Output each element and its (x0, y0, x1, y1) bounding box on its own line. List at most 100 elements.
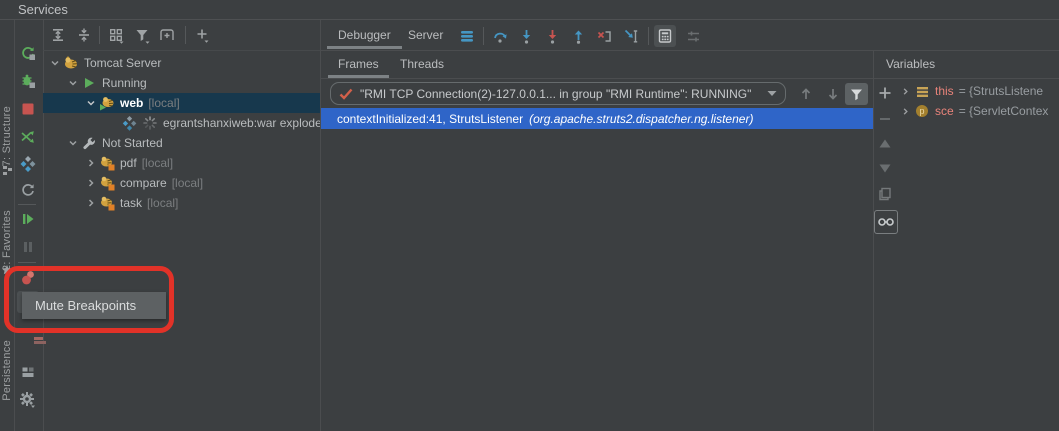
tomcat-stopped-icon (99, 175, 115, 191)
tree-row-label: web (120, 96, 143, 110)
service-tree: Tomcat Server Running web [local] egrant… (43, 51, 320, 431)
panel-divider[interactable] (320, 20, 321, 431)
annotation-rectangle (4, 266, 174, 333)
pause-program-icon[interactable] (17, 236, 39, 258)
variable-value: = {StrutsListene (959, 84, 1043, 98)
move-up-icon[interactable] (874, 132, 896, 154)
tool-window-header: Services (0, 0, 1059, 20)
chevron-right-icon[interactable] (83, 195, 99, 211)
previous-frame-icon[interactable] (795, 83, 817, 105)
tree-row-suffix: [local] (148, 96, 179, 110)
filter-icon[interactable] (131, 24, 153, 46)
evaluate-expression-icon[interactable] (654, 25, 676, 47)
tree-row-running[interactable]: Running (43, 73, 320, 93)
toolbar-button-persistence[interactable]: Persistence (1, 340, 14, 401)
remove-watch-icon[interactable] (874, 108, 896, 130)
update-application-icon[interactable] (17, 126, 39, 148)
new-frame-icon[interactable] (156, 24, 178, 46)
checkmark-icon (339, 88, 353, 100)
run-to-cursor-icon[interactable] (620, 25, 642, 47)
tree-row-suffix: [local] (172, 176, 203, 190)
step-into-icon[interactable] (515, 25, 537, 47)
chevron-right-icon[interactable] (83, 175, 99, 191)
chevron-right-icon[interactable] (898, 103, 912, 119)
variable-row-this[interactable]: this = {StrutsListene (898, 81, 1059, 101)
tree-row-not-started[interactable]: Not Started (43, 133, 320, 153)
chevron-right-icon[interactable] (898, 83, 912, 99)
tree-row-label: egrantshanxiweb:war exploded (163, 116, 320, 130)
variables-panel-title: Variables (886, 50, 935, 78)
group-by-icon[interactable] (105, 24, 127, 46)
toolbar-separator (18, 262, 36, 263)
artifact-icon (121, 115, 137, 131)
loading-spinner-icon (142, 115, 158, 131)
show-watches-icon[interactable] (874, 210, 898, 234)
run-status-icon (81, 75, 97, 91)
refresh-connection-icon[interactable] (17, 179, 39, 201)
chevron-down-icon[interactable] (65, 135, 81, 151)
variable-name: this (935, 84, 954, 98)
drop-frame-icon[interactable] (593, 25, 615, 47)
tree-row-label: Running (102, 76, 147, 90)
variable-row-sce[interactable]: p sce = {ServletContex (898, 101, 1059, 121)
thread-selector-dropdown[interactable]: "RMI TCP Connection(2)-127.0.0.1... in g… (330, 82, 786, 105)
chevron-right-icon[interactable] (83, 155, 99, 171)
tool-window-bar: 7: Structure 2: Favorites Persistence (0, 20, 15, 431)
show-execution-point-icon[interactable] (456, 25, 478, 47)
tree-row-web[interactable]: web [local] (43, 93, 320, 113)
tree-row-label: task (120, 196, 142, 210)
deployment-icon[interactable] (17, 153, 39, 175)
move-down-icon[interactable] (874, 157, 896, 179)
chevron-down-icon[interactable] (47, 55, 63, 71)
breakpoint-hit-icon[interactable] (34, 337, 50, 346)
svg-text:p: p (919, 106, 924, 116)
this-variable-icon (916, 85, 929, 98)
view-options-icon[interactable] (682, 25, 704, 47)
toolbar-separator (185, 26, 186, 44)
parameter-icon: p (915, 104, 929, 118)
tree-row-task[interactable]: task [local] (43, 193, 320, 213)
restore-layout-icon[interactable] (17, 361, 39, 383)
frame-location: contextInitialized:41, StrutsListener (337, 112, 523, 126)
force-step-into-icon[interactable] (541, 25, 563, 47)
tree-row-pdf[interactable]: pdf [local] (43, 153, 320, 173)
next-frame-icon[interactable] (822, 83, 844, 105)
variable-name: sce (935, 104, 954, 118)
step-out-icon[interactable] (567, 25, 589, 47)
rerun-debug-icon[interactable] (17, 70, 39, 92)
toolbar-separator (648, 27, 649, 45)
tree-row-compare[interactable]: compare [local] (43, 173, 320, 193)
tree-row-suffix: [local] (142, 156, 173, 170)
duplicate-watch-icon[interactable] (874, 183, 896, 205)
add-service-icon[interactable] (191, 24, 213, 46)
hide-frames-filter-icon[interactable] (845, 83, 868, 105)
resume-program-icon[interactable] (17, 208, 39, 230)
expand-all-icon[interactable] (47, 24, 69, 46)
add-watch-icon[interactable] (874, 82, 896, 104)
tree-row-suffix: [local] (147, 196, 178, 210)
settings-gear-icon[interactable] (17, 389, 39, 411)
toolbar-button-favorites[interactable]: 2: Favorites (1, 210, 14, 271)
tab-label: Frames (338, 57, 379, 71)
tab-threads[interactable]: Threads (388, 51, 456, 78)
step-over-icon[interactable] (489, 25, 511, 47)
toolbar-button-structure[interactable]: 7: Structure (1, 106, 14, 166)
tab-label: Threads (400, 57, 444, 71)
structure-icon[interactable] (3, 166, 12, 175)
collapse-all-icon[interactable] (73, 24, 95, 46)
tree-row-label: Not Started (102, 136, 163, 150)
wrench-icon (81, 135, 97, 151)
stack-frame-row[interactable]: contextInitialized:41, StrutsListener (o… (321, 108, 873, 129)
rerun-server-icon[interactable] (17, 42, 39, 64)
chevron-down-icon[interactable] (65, 75, 81, 91)
chevron-down-icon[interactable] (83, 95, 99, 111)
toolbar-separator (483, 27, 484, 45)
stop-icon[interactable] (17, 98, 39, 120)
tab-server[interactable]: Server (395, 20, 456, 50)
tree-row-artifact[interactable]: egrantshanxiweb:war exploded (43, 113, 320, 133)
tab-debugger[interactable]: Debugger (325, 20, 404, 50)
tab-label: Server (408, 28, 443, 42)
tab-frames[interactable]: Frames (326, 51, 391, 78)
tree-toolbar (43, 20, 320, 51)
tree-row-tomcat-server[interactable]: Tomcat Server (43, 53, 320, 73)
